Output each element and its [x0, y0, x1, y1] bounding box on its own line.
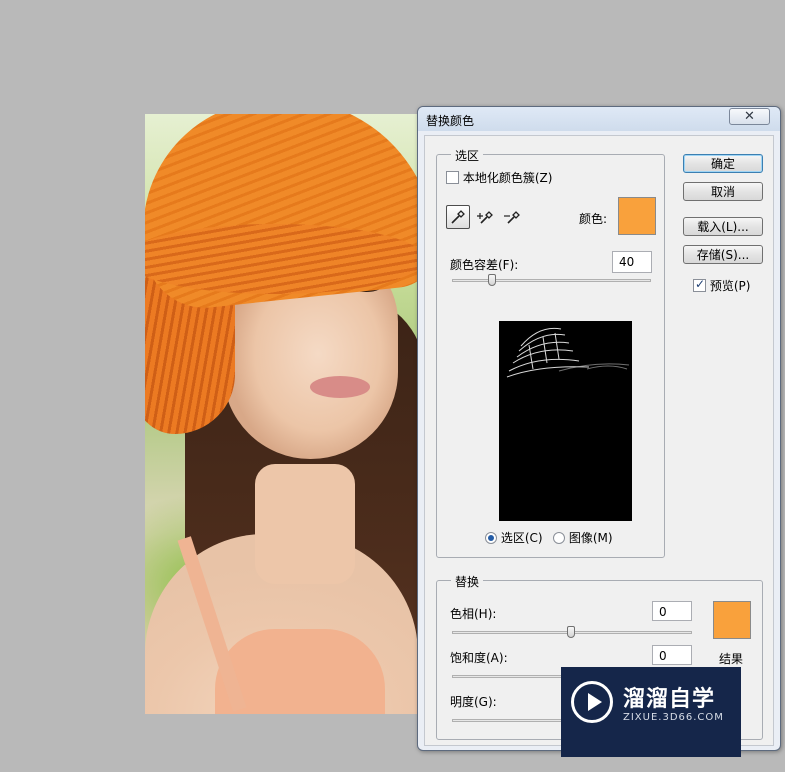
- view-selection-label: 选区(C): [500, 531, 543, 545]
- localized-clusters-option[interactable]: 本地化颜色簇(Z): [446, 169, 552, 186]
- hue-label: 色相(H):: [450, 607, 497, 621]
- saturation-input[interactable]: 0: [652, 645, 692, 665]
- view-image-label: 图像(M): [568, 531, 613, 545]
- watermark-url: ZIXUE.3D66.COM: [623, 712, 724, 723]
- fuzziness-slider-thumb[interactable]: [487, 274, 496, 286]
- dialog-title: 替换颜色: [426, 114, 475, 128]
- result-label: 结果: [719, 652, 744, 666]
- preview-option[interactable]: 预览(P): [693, 277, 750, 294]
- eyedropper-minus-icon: [504, 211, 520, 224]
- dialog-client: 选区 本地化颜色簇(Z) 颜色: 颜色容差(F): 40 选区(C) 图像(M)…: [424, 135, 774, 746]
- fuzziness-slider-track[interactable]: [452, 279, 651, 282]
- watermark-title: 溜溜自学: [623, 687, 716, 712]
- color-label: 颜色:: [579, 212, 608, 226]
- watermark-banner: 溜溜自学 ZIXUE.3D66.COM: [561, 667, 741, 757]
- selection-color-swatch[interactable]: [618, 197, 656, 235]
- view-selection-option[interactable]: 选区(C): [485, 529, 543, 546]
- subtract-from-sample-tool[interactable]: [500, 205, 524, 229]
- add-to-sample-tool[interactable]: [473, 205, 497, 229]
- close-button[interactable]: ✕: [729, 108, 770, 125]
- load-button[interactable]: 载入(L)...: [683, 217, 763, 236]
- lightness-label: 明度(G):: [450, 695, 497, 709]
- ok-button[interactable]: 确定: [683, 154, 763, 173]
- selection-preview-mask: [499, 321, 632, 521]
- view-image-option[interactable]: 图像(M): [553, 529, 613, 546]
- hue-slider-thumb[interactable]: [567, 626, 575, 638]
- fuzziness-input[interactable]: 40: [612, 251, 652, 273]
- preview-label: 预览(P): [709, 279, 751, 293]
- preview-checkbox[interactable]: [693, 277, 706, 292]
- saturation-label: 饱和度(A):: [450, 651, 508, 665]
- selection-group-label: 选区: [451, 147, 484, 164]
- localized-clusters-label: 本地化颜色簇(Z): [462, 171, 553, 185]
- fuzziness-label: 颜色容差(F):: [450, 258, 519, 272]
- dialog-titlebar[interactable]: 替换颜色 ✕: [418, 107, 780, 131]
- hue-input[interactable]: 0: [652, 601, 692, 621]
- replace-color-dialog: 替换颜色 ✕ 选区 本地化颜色簇(Z) 颜色: 颜色容差(F): 40 选区(C…: [417, 106, 781, 751]
- selection-group: 选区 本地化颜色簇(Z) 颜色: 颜色容差(F): 40 选区(C) 图像(M): [436, 147, 665, 558]
- view-image-radio[interactable]: [553, 531, 565, 544]
- replacement-group-label: 替换: [451, 573, 484, 590]
- eyedropper-icon: [451, 210, 465, 224]
- mask-highlight: [506, 327, 630, 378]
- canvas-photo: [145, 114, 418, 714]
- eyedropper-tool[interactable]: [446, 205, 470, 229]
- save-button[interactable]: 存储(S)...: [683, 245, 763, 264]
- result-color-swatch[interactable]: [713, 601, 751, 639]
- localized-clusters-checkbox[interactable]: [446, 171, 459, 184]
- close-icon: ✕: [744, 109, 755, 124]
- cancel-button[interactable]: 取消: [683, 182, 763, 201]
- view-selection-radio[interactable]: [485, 531, 497, 544]
- play-logo-icon: [571, 681, 613, 723]
- eyedropper-plus-icon: [477, 211, 493, 224]
